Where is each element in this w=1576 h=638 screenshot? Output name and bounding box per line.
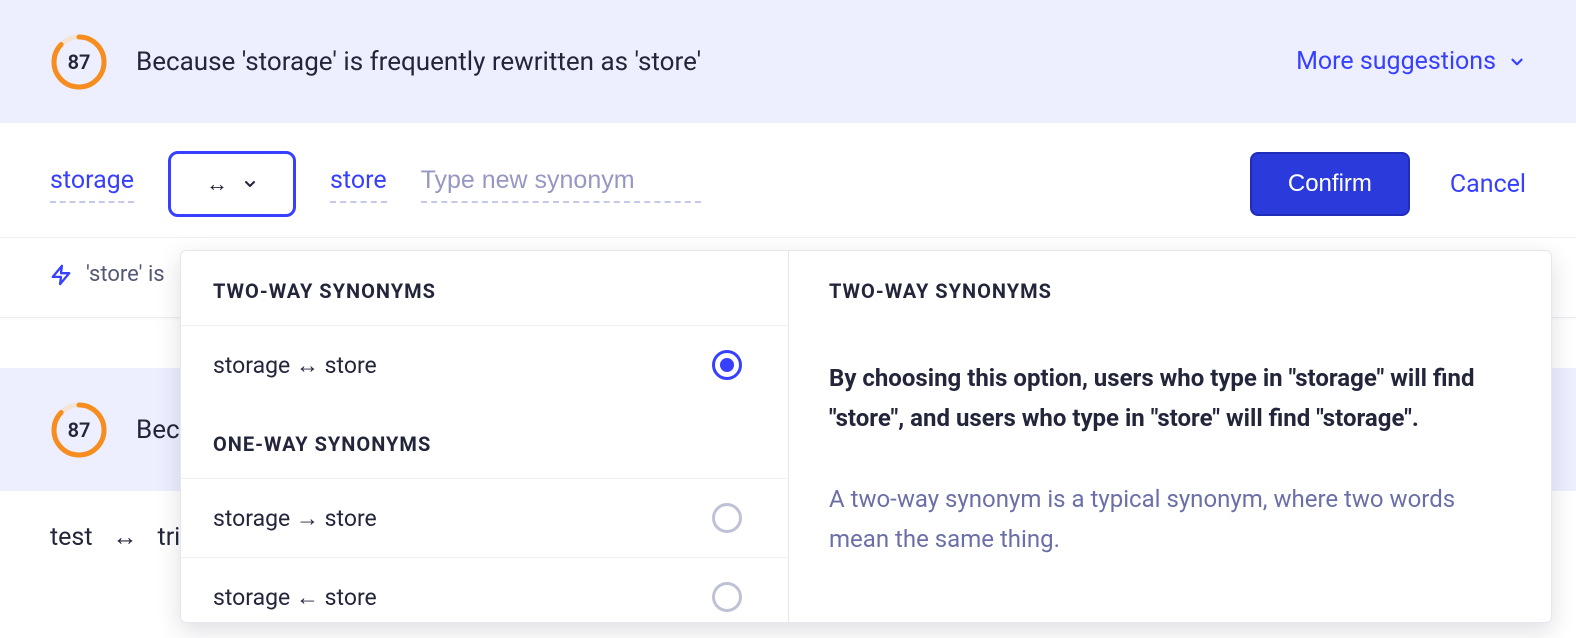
score-value: 87 bbox=[50, 401, 108, 459]
option-one-way-reverse[interactable]: storage ← store bbox=[181, 557, 788, 622]
cancel-button[interactable]: Cancel bbox=[1450, 170, 1526, 199]
info-text: 'store' is bbox=[86, 262, 165, 287]
dropdown-options-column: TWO-WAY SYNONYMS storage ↔ store ONE-WAY… bbox=[181, 251, 789, 622]
suggestion-banner: 87 Because 'storage' is frequently rewri… bbox=[0, 0, 1576, 123]
direction-dropdown-panel: TWO-WAY SYNONYMS storage ↔ store ONE-WAY… bbox=[180, 250, 1552, 623]
double-arrow-icon: ↔ bbox=[206, 171, 228, 197]
description-note: A two-way synonym is a typical synonym, … bbox=[829, 480, 1511, 559]
chevron-down-icon bbox=[1508, 53, 1526, 71]
more-suggestions-button[interactable]: More suggestions bbox=[1296, 47, 1526, 76]
option-label: storage ← store bbox=[213, 584, 377, 611]
more-suggestions-label: More suggestions bbox=[1296, 47, 1496, 76]
banner-left: 87 Because 'storage' is frequently rewri… bbox=[50, 33, 701, 91]
chevron-down-icon bbox=[242, 176, 258, 192]
radio-unselected-icon bbox=[712, 582, 742, 612]
description-title: TWO-WAY SYNONYMS bbox=[829, 279, 1511, 303]
synonym-editor-row: storage ↔ store Confirm Cancel bbox=[0, 123, 1576, 238]
radio-unselected-icon bbox=[712, 503, 742, 533]
score-ring: 87 bbox=[50, 401, 108, 459]
suggestion-reason: Because 'storage' is frequently rewritte… bbox=[136, 47, 701, 77]
dropdown-description-column: TWO-WAY SYNONYMS By choosing this option… bbox=[789, 251, 1551, 622]
double-arrow-icon: ↔ bbox=[113, 523, 138, 552]
score-value: 87 bbox=[50, 33, 108, 91]
score-ring: 87 bbox=[50, 33, 108, 91]
description-body: By choosing this option, users who type … bbox=[829, 359, 1511, 438]
existing-term-a: test bbox=[50, 523, 93, 552]
term-b[interactable]: store bbox=[330, 166, 387, 203]
option-one-way-forward[interactable]: storage → store bbox=[181, 478, 788, 557]
direction-dropdown-button[interactable]: ↔ bbox=[168, 151, 296, 217]
existing-term-b: tri bbox=[158, 523, 181, 552]
term-a[interactable]: storage bbox=[50, 166, 134, 203]
editor-actions: Confirm Cancel bbox=[1250, 152, 1526, 216]
bolt-icon bbox=[50, 264, 72, 286]
radio-selected-icon bbox=[712, 350, 742, 380]
section-title-two-way: TWO-WAY SYNONYMS bbox=[181, 251, 788, 325]
option-two-way[interactable]: storage ↔ store bbox=[181, 325, 788, 404]
confirm-button[interactable]: Confirm bbox=[1250, 152, 1410, 216]
option-label: storage ↔ store bbox=[213, 352, 377, 379]
new-synonym-input[interactable] bbox=[421, 166, 701, 203]
option-label: storage → store bbox=[213, 505, 377, 532]
section-title-one-way: ONE-WAY SYNONYMS bbox=[181, 404, 788, 478]
